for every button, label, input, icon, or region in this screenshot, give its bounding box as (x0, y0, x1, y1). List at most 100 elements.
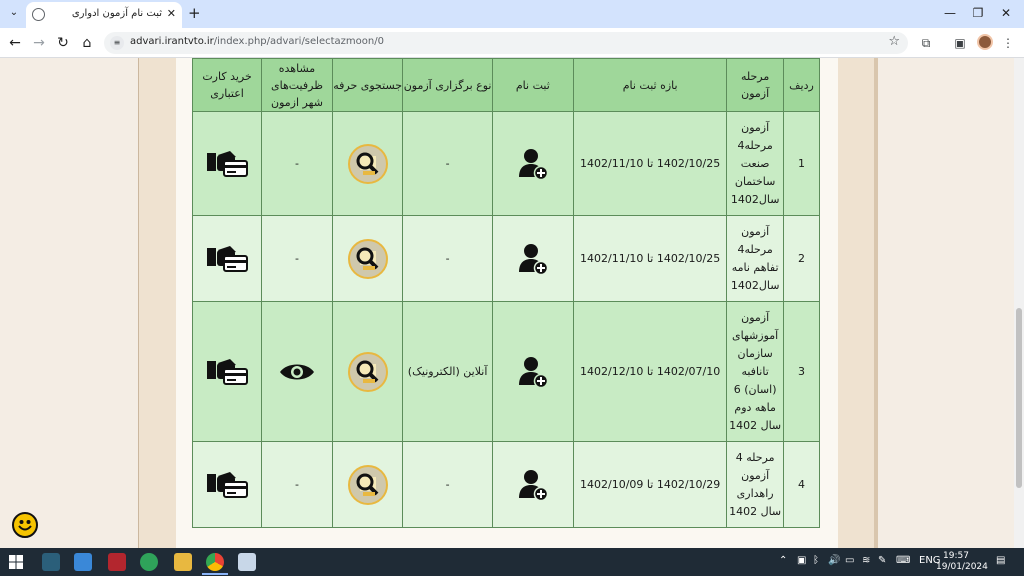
row-period: 1402/07/10 تا 1402/12/10 (572, 301, 728, 442)
add-user-icon[interactable] (516, 468, 550, 502)
close-tab-icon[interactable]: ✕ (167, 7, 176, 21)
credit-card-hand-icon[interactable] (206, 149, 249, 179)
back-button[interactable]: ← (6, 34, 24, 52)
bookmark-star-icon[interactable]: ☆ (888, 34, 900, 49)
page-viewport: ردیف مرحله آزمون بازه ثبت نام ثبت نام نو… (0, 58, 1014, 548)
capacity-cell (261, 301, 333, 442)
smiley-icon (18, 520, 32, 531)
page-scrollbar[interactable] (1014, 58, 1024, 548)
table-header-row: ردیف مرحله آزمون بازه ثبت نام ثبت نام نو… (191, 58, 821, 112)
new-tab-button[interactable]: + (188, 4, 201, 22)
card-cell (191, 301, 263, 442)
home-button[interactable]: ⌂ (78, 34, 96, 52)
clock-time: 19:57 (943, 551, 969, 561)
taskbar-chrome-icon[interactable] (206, 553, 224, 571)
notification-icon[interactable]: ▤ (996, 555, 1005, 566)
header-type: نوع برگزاری آزمون (402, 58, 493, 112)
header-stage: مرحله آزمون (726, 58, 784, 112)
row-index: 1 (782, 111, 821, 216)
side-panel-icon[interactable]: ▣ (952, 35, 968, 51)
close-window-button[interactable]: ✕ (996, 4, 1016, 22)
taskbar-app-paint-icon[interactable] (238, 553, 256, 571)
tab-title: ثبت نام آزمون ادواری (71, 8, 162, 19)
credit-card-hand-icon[interactable] (206, 357, 249, 387)
windows-start-icon[interactable] (9, 555, 23, 569)
extensions-icon[interactable]: ⧉ (918, 35, 934, 51)
row-stage: آزمون مرحله4 تفاهم نامه سال1402 (726, 215, 784, 302)
minimize-button[interactable]: — (940, 4, 960, 22)
table-row: 4 مرحله 4 آزمون راهداری سال 1402 1402/10… (191, 441, 821, 528)
header-period: بازه ثبت نام (572, 58, 728, 112)
header-register: ثبت نام (491, 58, 574, 112)
eye-icon[interactable] (279, 361, 315, 383)
credit-card-hand-icon[interactable] (206, 244, 249, 274)
support-chat-icon[interactable] (12, 512, 38, 538)
site-info-icon[interactable]: ≡ (110, 36, 124, 50)
wifi-icon[interactable]: ≋ (862, 555, 870, 566)
taskbar: ⌃ ▣ ᛒ 🔊 ▭ ≋ ✎ ⌨ ENG 19:57 19/01/2024 ▤ (0, 548, 1024, 576)
add-user-icon[interactable] (516, 355, 550, 389)
row-capacity: - (261, 441, 333, 528)
row-stage: آزمون آموزشهای سازمان تانافبه (اسان) 6 م… (726, 301, 784, 442)
table-row: 2 آزمون مرحله4 تفاهم نامه سال1402 1402/1… (191, 215, 821, 302)
url-text[interactable]: advari.irantvto.ir/index.php/advari/sele… (130, 36, 384, 47)
row-type: آنلاین (الکترونیک) (402, 301, 493, 442)
url-host: advari.irantvto.ir (130, 36, 214, 47)
taskbar-app-tools-icon[interactable] (42, 553, 60, 571)
tray-app-icon[interactable]: ▣ (797, 555, 806, 566)
header-search: جستجوی حرفه (331, 58, 404, 112)
add-user-icon[interactable] (516, 242, 550, 276)
active-tab[interactable]: ثبت نام آزمون ادواری ✕ (26, 2, 182, 28)
menu-icon[interactable]: ⋮ (1000, 35, 1016, 51)
taskbar-file-explorer-icon[interactable] (174, 553, 192, 571)
reload-button[interactable]: ↻ (54, 34, 72, 52)
row-capacity: - (261, 111, 333, 216)
row-period: 1402/10/25 تا 1402/11/10 (572, 215, 728, 302)
search-cell (331, 301, 404, 442)
exam-table: ردیف مرحله آزمون بازه ثبت نام ثبت نام نو… (191, 58, 821, 528)
search-cell (331, 215, 404, 302)
search-job-icon[interactable] (347, 464, 388, 505)
row-capacity: - (261, 215, 333, 302)
tab-search-button[interactable]: ⌄ (6, 5, 22, 21)
row-period: 1402/10/25 تا 1402/11/10 (572, 111, 728, 216)
keyboard-icon[interactable]: ⌨ (896, 555, 910, 566)
profile-avatar[interactable] (977, 34, 993, 50)
address-bar[interactable]: ≡ advari.irantvto.ir/index.php/advari/se… (104, 32, 908, 54)
search-cell (331, 441, 404, 528)
globe-icon (32, 8, 45, 21)
card-cell (191, 111, 263, 216)
credit-card-hand-icon[interactable] (206, 470, 249, 500)
taskbar-app-media-icon[interactable] (108, 553, 126, 571)
row-type: - (402, 111, 493, 216)
register-cell (491, 441, 574, 528)
url-path: /index.php/advari/selectazmoon/0 (213, 36, 384, 47)
pen-icon[interactable]: ✎ (878, 555, 886, 566)
taskbar-app-browser-edge-icon[interactable] (140, 553, 158, 571)
add-user-icon[interactable] (516, 147, 550, 181)
search-job-icon[interactable] (347, 143, 388, 184)
volume-icon[interactable]: 🔊 (828, 555, 840, 566)
scrollbar-thumb[interactable] (1016, 308, 1022, 488)
search-job-icon[interactable] (347, 351, 388, 392)
row-stage: مرحله 4 آزمون راهداری سال 1402 (726, 441, 784, 528)
search-job-icon[interactable] (347, 238, 388, 279)
forward-button[interactable]: → (30, 34, 48, 52)
tray-overflow-icon[interactable]: ⌃ (779, 555, 787, 566)
card-cell (191, 215, 263, 302)
row-type: - (402, 441, 493, 528)
card-cell (191, 441, 263, 528)
search-cell (331, 111, 404, 216)
clock[interactable]: 19:57 19/01/2024 (936, 551, 988, 573)
table-row: 3 آزمون آموزشهای سازمان تانافبه (اسان) 6… (191, 301, 821, 442)
register-cell (491, 215, 574, 302)
tab-strip: ⌄ ثبت نام آزمون ادواری ✕ + — ❐ ✕ (0, 0, 1024, 28)
taskbar-app-window-icon[interactable] (74, 553, 92, 571)
row-stage: آزمون مرحله4 صنعت ساختمان سال1402 (726, 111, 784, 216)
row-period: 1402/10/29 تا 1402/10/09 (572, 441, 728, 528)
battery-icon[interactable]: ▭ (845, 555, 854, 566)
row-index: 4 (782, 441, 821, 528)
bluetooth-icon[interactable]: ᛒ (813, 555, 819, 566)
register-cell (491, 111, 574, 216)
maximize-button[interactable]: ❐ (968, 4, 988, 22)
